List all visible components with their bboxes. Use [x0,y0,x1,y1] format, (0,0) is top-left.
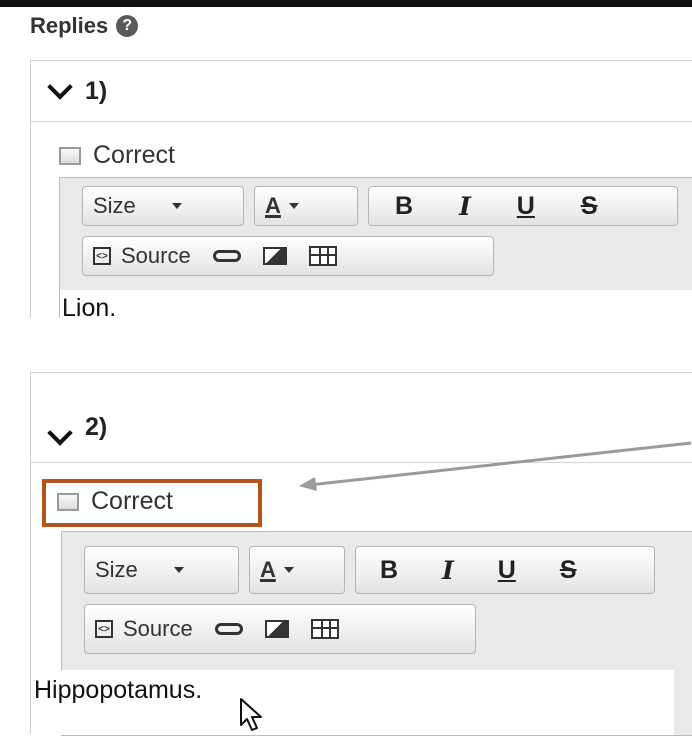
question-circle-icon[interactable]: ? [116,15,139,37]
chevron-down-icon [288,203,299,209]
font-color-button-1[interactable]: A [254,186,358,226]
rich-text-editor-2: Size A B I U S <> Source Hippopotamus. [34,531,692,736]
bold-button[interactable]: B [395,192,413,221]
insert-group-1: <> Source [82,236,494,276]
top-border [0,0,692,7]
rich-text-editor-1: Size A B I U S <> Source Lion. [59,177,692,339]
font-color-icon: A [260,557,276,582]
table-icon[interactable] [310,619,339,639]
italic-button[interactable]: I [442,556,454,585]
replies-header: Replies ? [30,13,139,39]
chevron-down-icon[interactable] [47,420,73,446]
arrow-line [308,441,692,487]
size-dropdown-1[interactable]: Size [82,186,244,226]
size-dropdown-2[interactable]: Size [84,546,239,594]
italic-button[interactable]: I [459,192,471,221]
toolbar-row-1a: Size A B I U S [82,186,678,226]
format-group-2: B I U S [355,546,655,594]
strikethrough-button[interactable]: S [560,556,577,585]
source-label: Source [123,616,193,641]
correct-checkbox-1[interactable] [59,146,81,165]
section-gap [0,318,692,372]
font-color-button-2[interactable]: A [249,546,345,594]
source-button-2[interactable]: <> Source [95,616,193,642]
chevron-down-icon [173,567,184,573]
insert-group-2: <> Source [84,604,476,654]
underline-button[interactable]: U [517,192,535,221]
chevron-down-icon [283,567,294,573]
size-label: Size [93,193,136,218]
chevron-down-icon [171,203,182,209]
bold-button[interactable]: B [380,556,398,585]
replies-title: Replies [30,13,109,38]
correct-option-1[interactable]: Correct [59,141,175,170]
toolbar-row-1b: <> Source [82,236,494,276]
source-icon: <> [93,247,111,265]
strikethrough-button[interactable]: S [581,192,598,221]
source-label: Source [121,243,191,268]
toolbar-row-2a: Size A B I U S [84,546,655,594]
arrow-head [299,477,317,491]
format-group-1: B I U S [368,186,678,226]
size-label: Size [95,557,138,582]
image-icon[interactable] [264,620,289,638]
editor-content-2[interactable]: Hippopotamus. [34,670,674,735]
reply-panel-1: 1) Correct Size A B I U S <> Source Lion… [30,60,692,339]
image-icon[interactable] [262,247,287,265]
link-icon[interactable] [212,250,241,262]
font-color-icon: A [265,193,281,218]
reply-1-header[interactable]: 1) [31,61,692,122]
correct-label-1: Correct [93,141,175,169]
reply-2-number: 2) [85,413,108,441]
chevron-down-icon[interactable] [47,74,73,100]
link-icon[interactable] [214,623,243,635]
reply-1-number: 1) [85,76,108,105]
table-icon[interactable] [308,246,337,266]
annotation-arrow [299,441,692,491]
correct-highlight-box [42,479,262,527]
mouse-cursor-icon [240,698,262,731]
toolbar-row-2b: <> Source [84,604,476,654]
source-icon: <> [95,620,113,638]
source-button-1[interactable]: <> Source [93,243,191,269]
underline-button[interactable]: U [498,556,516,585]
